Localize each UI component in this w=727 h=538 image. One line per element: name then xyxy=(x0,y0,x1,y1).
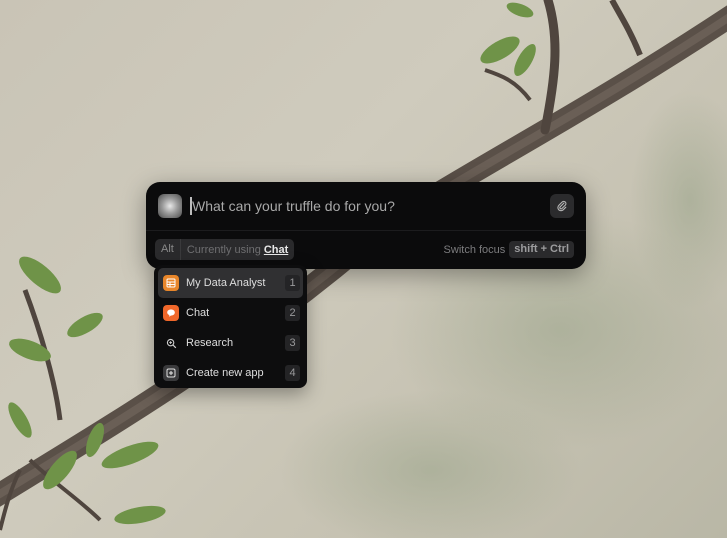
menu-item-label: Research xyxy=(186,337,234,349)
chat-bubble-icon xyxy=(163,305,179,321)
truffle-orb-icon xyxy=(158,194,182,218)
table-icon xyxy=(163,275,179,291)
menu-item-create-new-app[interactable]: Create new app 4 xyxy=(158,358,303,388)
desktop-wallpaper xyxy=(0,0,727,538)
menu-item-research[interactable]: Research 3 xyxy=(158,328,303,358)
menu-item-chat[interactable]: Chat 2 xyxy=(158,298,303,328)
menu-item-shortcut: 1 xyxy=(285,275,300,291)
plus-square-icon xyxy=(163,365,179,381)
switch-focus-hint: Switch focus shift + Ctrl xyxy=(444,239,574,260)
alt-key-hint: Alt xyxy=(155,239,181,260)
menu-item-shortcut: 3 xyxy=(285,335,300,351)
mode-indicator[interactable]: Alt Currently using Chat xyxy=(155,239,295,260)
menu-item-label: My Data Analyst xyxy=(186,277,266,289)
attach-button[interactable] xyxy=(550,194,574,218)
current-app-link[interactable]: Chat xyxy=(264,244,288,256)
menu-item-shortcut: 4 xyxy=(285,365,300,381)
command-bar: Alt Currently using Chat Switch focus sh… xyxy=(146,182,586,269)
menu-item-my-data-analyst[interactable]: My Data Analyst 1 xyxy=(158,268,303,298)
menu-item-label: Chat xyxy=(186,307,210,319)
app-switcher-menu: My Data Analyst 1 Chat 2 Research 3 Crea… xyxy=(154,265,307,388)
divider xyxy=(146,230,586,231)
menu-item-shortcut: 2 xyxy=(285,305,300,321)
menu-item-label: Create new app xyxy=(186,367,264,379)
magnifier-icon xyxy=(163,335,179,351)
prompt-input[interactable] xyxy=(192,196,532,216)
switch-focus-shortcut: shift + Ctrl xyxy=(509,241,574,258)
switch-focus-label: Switch focus xyxy=(443,243,506,256)
currently-using-label: Currently using xyxy=(186,243,261,256)
paperclip-icon xyxy=(557,200,567,212)
